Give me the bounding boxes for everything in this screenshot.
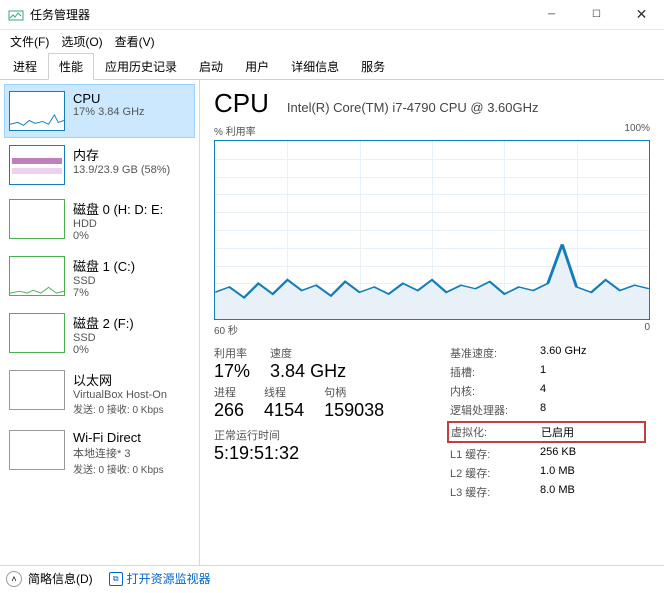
val-processes: 266 (214, 400, 244, 421)
sidebar-disk1-name: 磁盘 1 (C:) (73, 256, 135, 275)
sidebar-wifi-name: Wi-Fi Direct (73, 430, 164, 445)
disk2-thumb-icon (9, 313, 65, 353)
sidebar-item-memory[interactable]: 内存 13.9/23.9 GB (58%) (4, 138, 195, 192)
val-cores: 4 (540, 383, 650, 399)
lbl-threads: 线程 (264, 384, 304, 400)
menu-options[interactable]: 选项(O) (55, 31, 108, 52)
lbl-utilization: 利用率 (214, 345, 250, 361)
sidebar-wifi-val: 发送: 0 接收: 0 Kbps (73, 461, 164, 476)
tab-processes[interactable]: 进程 (2, 53, 48, 80)
val-sockets: 1 (540, 364, 650, 380)
disk1-thumb-icon (9, 256, 65, 296)
sidebar-eth-name: 以太网 (73, 370, 167, 389)
main-panel: CPU Intel(R) Core(TM) i7-4790 CPU @ 3.60… (200, 80, 664, 565)
lbl-l2: L2 缓存: (450, 465, 540, 481)
tab-startup[interactable]: 启动 (188, 53, 234, 80)
close-button[interactable]: ✕ (619, 0, 664, 30)
tab-details[interactable]: 详细信息 (280, 53, 350, 80)
menu-bar: 文件(F) 选项(O) 查看(V) (0, 30, 664, 52)
sidebar-disk0-sub: HDD (73, 218, 163, 230)
tab-users[interactable]: 用户 (234, 53, 280, 80)
lbl-l3: L3 缓存: (450, 484, 540, 500)
sidebar-cpu-name: CPU (73, 91, 145, 106)
window-title: 任务管理器 (30, 6, 529, 23)
sidebar-item-ethernet[interactable]: 以太网 VirtualBox Host-On 发送: 0 接收: 0 Kbps (4, 363, 195, 423)
cpu-specs: 基准速度:3.60 GHz 插槽:1 内核:4 逻辑处理器:8 虚拟化:已启用 … (450, 345, 650, 503)
lbl-base-speed: 基准速度: (450, 345, 540, 361)
lbl-handles: 句柄 (324, 384, 384, 400)
sidebar-cpu-sub: 17% 3.84 GHz (73, 106, 145, 118)
fewer-details-link[interactable]: 简略信息(D) (28, 570, 93, 587)
minimize-button[interactable]: ─ (529, 0, 574, 30)
cpu-thumb-icon (9, 91, 65, 131)
val-l1: 256 KB (540, 446, 650, 462)
chart-label-top-right: 100% (624, 123, 650, 138)
val-l3: 8.0 MB (540, 484, 650, 500)
open-resource-monitor-link[interactable]: ⧉ 打开资源监视器 (109, 570, 211, 587)
val-threads: 4154 (264, 400, 304, 421)
sidebar-disk2-name: 磁盘 2 (F:) (73, 313, 134, 332)
cpu-model: Intel(R) Core(TM) i7-4790 CPU @ 3.60GHz (287, 100, 539, 115)
sidebar-disk2-val: 0% (73, 344, 134, 356)
sidebar-memory-name: 内存 (73, 145, 170, 164)
resource-monitor-icon: ⧉ (109, 572, 123, 586)
val-base-speed: 3.60 GHz (540, 345, 650, 361)
sidebar: CPU 17% 3.84 GHz 内存 13.9/23.9 GB (58%) 磁… (0, 80, 200, 565)
sidebar-disk2-sub: SSD (73, 332, 134, 344)
val-virtualization: 已启用 (541, 424, 642, 440)
lbl-logical: 逻辑处理器: (450, 402, 540, 418)
sidebar-item-cpu[interactable]: CPU 17% 3.84 GHz (4, 84, 195, 138)
val-l2: 1.0 MB (540, 465, 650, 481)
sidebar-disk1-val: 7% (73, 287, 135, 299)
lbl-l1: L1 缓存: (450, 446, 540, 462)
tab-performance[interactable]: 性能 (48, 53, 94, 80)
val-handles: 159038 (324, 400, 384, 421)
sidebar-disk0-val: 0% (73, 230, 163, 242)
sidebar-wifi-sub: 本地连接* 3 (73, 445, 164, 461)
val-logical: 8 (540, 402, 650, 418)
tab-services[interactable]: 服务 (350, 53, 396, 80)
footer: ˄ 简略信息(D) ⧉ 打开资源监视器 (0, 565, 664, 591)
open-resource-monitor-label: 打开资源监视器 (127, 570, 211, 587)
cpu-utilization-chart[interactable] (214, 140, 650, 320)
sidebar-eth-sub: VirtualBox Host-On (73, 389, 167, 401)
title-bar: 任务管理器 ─ ☐ ✕ (0, 0, 664, 30)
chart-label-bottom-left: 60 秒 (214, 322, 238, 337)
chart-label-top-left: % 利用率 (214, 123, 256, 138)
sidebar-item-disk2[interactable]: 磁盘 2 (F:) SSD 0% (4, 306, 195, 363)
sidebar-item-disk1[interactable]: 磁盘 1 (C:) SSD 7% (4, 249, 195, 306)
memory-thumb-icon (9, 145, 65, 185)
sidebar-item-wifi[interactable]: Wi-Fi Direct 本地连接* 3 发送: 0 接收: 0 Kbps (4, 423, 195, 483)
chevron-up-icon[interactable]: ˄ (6, 571, 22, 587)
sidebar-eth-val: 发送: 0 接收: 0 Kbps (73, 401, 167, 416)
tab-app-history[interactable]: 应用历史记录 (94, 53, 188, 80)
lbl-uptime: 正常运行时间 (214, 427, 450, 443)
maximize-button[interactable]: ☐ (574, 0, 619, 30)
chart-label-bottom-right: 0 (644, 322, 650, 337)
lbl-speed: 速度 (270, 345, 346, 361)
lbl-cores: 内核: (450, 383, 540, 399)
tab-bar: 进程 性能 应用历史记录 启动 用户 详细信息 服务 (0, 52, 664, 80)
sidebar-memory-sub: 13.9/23.9 GB (58%) (73, 164, 170, 176)
app-icon (8, 7, 24, 23)
lbl-virtualization: 虚拟化: (451, 424, 541, 440)
sidebar-item-disk0[interactable]: 磁盘 0 (H: D: E: HDD 0% (4, 192, 195, 249)
disk0-thumb-icon (9, 199, 65, 239)
lbl-processes: 进程 (214, 384, 244, 400)
wifi-thumb-icon (9, 430, 65, 470)
val-utilization: 17% (214, 361, 250, 382)
ethernet-thumb-icon (9, 370, 65, 410)
val-uptime: 5:19:51:32 (214, 443, 450, 464)
sidebar-disk1-sub: SSD (73, 275, 135, 287)
page-title: CPU (214, 88, 269, 119)
val-speed: 3.84 GHz (270, 361, 346, 382)
lbl-sockets: 插槽: (450, 364, 540, 380)
menu-file[interactable]: 文件(F) (4, 31, 55, 52)
menu-view[interactable]: 查看(V) (109, 31, 161, 52)
sidebar-disk0-name: 磁盘 0 (H: D: E: (73, 199, 163, 218)
